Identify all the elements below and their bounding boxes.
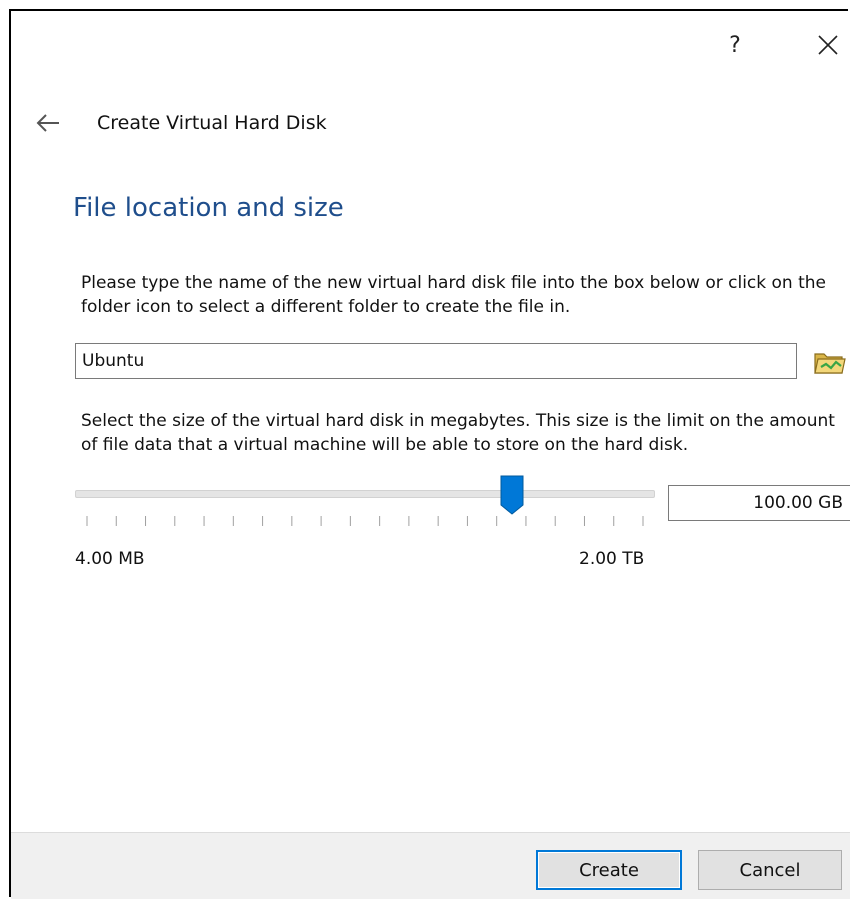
folder-icon [814,353,846,374]
location-description: Please type the name of the new virtual … [81,273,826,317]
disk-size-input[interactable] [668,485,850,521]
choose-folder-button[interactable] [812,346,848,378]
create-button[interactable]: Create [536,850,682,890]
size-description: Select the size of the virtual hard disk… [81,411,835,455]
back-button[interactable] [35,111,61,135]
page-heading: File location and size [73,193,344,223]
slider-min-label: 4.00 MB [75,549,145,569]
close-button[interactable] [815,29,841,59]
help-button[interactable]: ? [723,33,747,58]
size-slider-track[interactable] [75,490,655,498]
back-arrow-icon [36,114,59,132]
wizard-title: Create Virtual Hard Disk [97,112,327,134]
dialog-window: ? Create Virtual Hard Disk File location… [9,9,850,899]
size-slider-ticks [86,516,644,526]
cancel-button[interactable]: Cancel [698,850,842,890]
slider-max-label: 2.00 TB [579,549,645,569]
file-name-input[interactable] [75,343,797,379]
size-slider-handle[interactable] [500,475,524,515]
close-icon [818,35,838,55]
